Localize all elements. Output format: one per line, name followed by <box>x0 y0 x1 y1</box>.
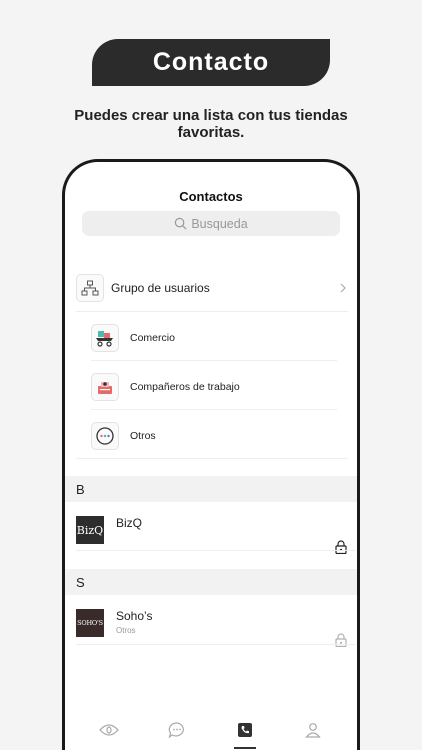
profile-tab-icon[interactable] <box>302 719 324 741</box>
contact-group: Otros <box>116 626 136 635</box>
eye-tab-icon[interactable] <box>98 719 120 741</box>
search-placeholder: Busqueda <box>191 216 248 231</box>
search-input[interactable]: Busqueda <box>82 211 340 236</box>
group-item-label: Otros <box>130 430 156 442</box>
coworkers-icon <box>91 373 119 401</box>
group-item-otros[interactable]: Otros <box>91 421 337 451</box>
chat-tab-icon[interactable] <box>166 719 188 741</box>
divider <box>76 311 348 312</box>
group-item-comercio[interactable]: Comercio <box>91 323 337 353</box>
user-groups-row[interactable]: Grupo de usuarios <box>76 273 348 303</box>
contact-row-sohos[interactable]: SOHO'S Soho’s Otros <box>76 607 356 657</box>
org-chart-icon <box>76 274 104 302</box>
group-item-coworkers[interactable]: Compañeros de trabajo <box>91 372 337 402</box>
divider <box>76 644 356 645</box>
group-item-label: Comercio <box>130 332 175 344</box>
divider <box>76 550 356 551</box>
chevron-right-icon <box>340 283 346 293</box>
divider <box>76 458 348 459</box>
section-header-s: S <box>65 569 357 595</box>
search-icon <box>175 217 187 230</box>
header-banner: Contacto <box>92 39 330 86</box>
bottom-tab-bar <box>65 709 357 750</box>
more-icon <box>91 422 119 450</box>
group-item-label: Compañeros de trabajo <box>130 381 240 393</box>
avatar: SOHO'S <box>76 609 104 637</box>
phone-frame: Contactos Busqueda Grupo de usuarios Com… <box>62 159 360 750</box>
lock-icon[interactable] <box>335 540 347 554</box>
contact-name: BizQ <box>116 516 143 530</box>
banner-title: Contacto <box>152 48 270 76</box>
page-title: Contactos <box>179 189 243 204</box>
divider <box>91 409 337 410</box>
contacts-tab-icon[interactable] <box>234 719 256 749</box>
contact-row-bizq[interactable]: BizQ BizQ <box>76 514 356 564</box>
contact-name: Soho’s <box>116 609 153 623</box>
section-header-b: B <box>65 476 357 502</box>
promo-subtitle: Puedes crear una lista con tus tiendas f… <box>74 107 348 141</box>
avatar: BizQ <box>76 516 104 544</box>
shop-cart-icon <box>91 324 119 352</box>
divider <box>91 360 337 361</box>
user-groups-label: Grupo de usuarios <box>111 281 210 295</box>
